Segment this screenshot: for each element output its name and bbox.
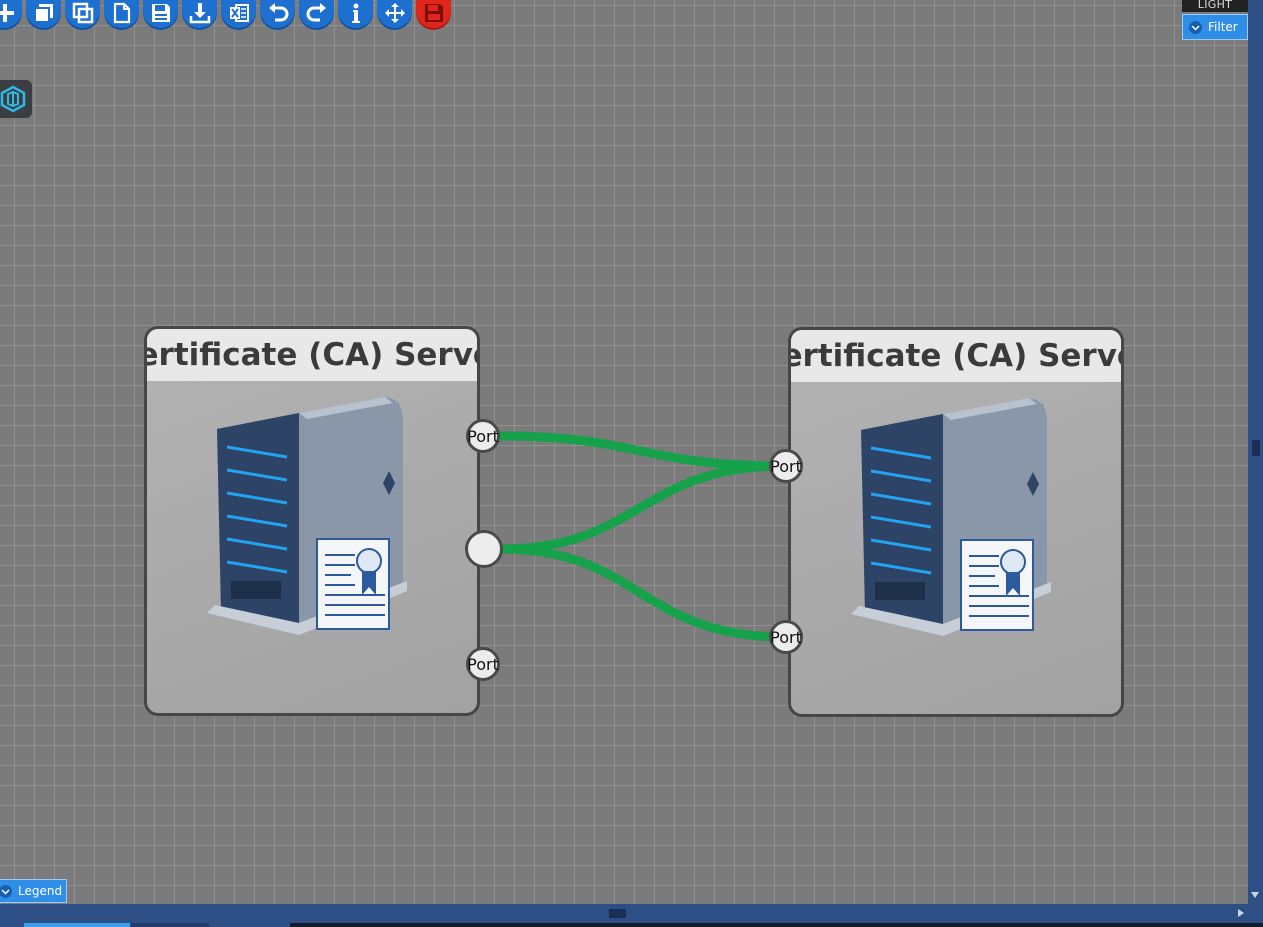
plus-icon [0, 4, 14, 22]
port-right-top[interactable]: Port [769, 449, 803, 483]
bottom-tab-active[interactable] [24, 923, 130, 927]
download-icon [189, 3, 210, 24]
side-panel-toggle[interactable] [0, 80, 32, 118]
scroll-right-arrow-icon[interactable] [1238, 909, 1244, 917]
main-toolbar [0, 0, 451, 30]
legend-label: Legend [18, 884, 63, 898]
delete-save-icon [424, 4, 443, 22]
port-left-middle[interactable] [465, 530, 503, 568]
info-icon [351, 3, 360, 23]
add-button[interactable] [0, 0, 22, 30]
hexagon-map-icon [0, 85, 26, 113]
node-title: Certificate (CA) Server [147, 329, 477, 381]
scroll-down-arrow-icon[interactable] [1251, 892, 1259, 898]
delete-save-button[interactable] [416, 0, 451, 30]
horizontal-scrollbar[interactable] [0, 904, 1263, 927]
excel-icon [229, 4, 249, 22]
ca-server-node[interactable]: Certificate (CA) Server [788, 327, 1124, 717]
chevron-down-icon [1189, 20, 1202, 34]
horizontal-scroll-thumb[interactable] [609, 909, 626, 918]
connection-wire [499, 461, 785, 554]
certificate-server-icon [851, 398, 1051, 636]
redo-button[interactable] [299, 0, 334, 30]
stack-button[interactable] [26, 0, 61, 30]
copy-icon [72, 2, 93, 24]
info-button[interactable] [338, 0, 373, 30]
filter-button[interactable]: Filter [1182, 14, 1248, 40]
connection-wire [499, 544, 785, 642]
copy-button[interactable] [65, 0, 100, 30]
save-button[interactable] [143, 0, 178, 30]
theme-toggle[interactable]: LIGHT [1182, 0, 1248, 12]
legend-button[interactable]: Legend [0, 879, 67, 903]
chevron-down-icon [0, 884, 12, 898]
undo-icon [268, 3, 288, 22]
ca-server-node[interactable]: Certificate (CA) Server [144, 326, 480, 716]
excel-export-button[interactable] [221, 0, 256, 30]
port-left-bottom[interactable]: Port [466, 647, 500, 681]
port-left-top[interactable]: Port [466, 419, 500, 453]
undo-button[interactable] [260, 0, 295, 30]
save-icon [151, 4, 170, 22]
bottom-tab[interactable] [131, 923, 209, 927]
vertical-scrollbar[interactable] [1248, 0, 1263, 904]
filter-label: Filter [1208, 20, 1238, 34]
redo-icon [306, 3, 326, 22]
move-button[interactable] [377, 0, 412, 30]
move-icon [384, 3, 405, 23]
new-document-icon [113, 2, 130, 24]
theme-filter-panel: LIGHT Filter [1182, 0, 1248, 40]
stack-icon [33, 4, 53, 23]
status-strip [290, 923, 1263, 927]
port-right-bottom[interactable]: Port [769, 620, 803, 654]
new-document-button[interactable] [104, 0, 139, 30]
download-button[interactable] [182, 0, 217, 30]
connection-wire [499, 431, 785, 471]
node-title: Certificate (CA) Server [791, 330, 1121, 382]
certificate-server-icon [207, 397, 407, 635]
vertical-scroll-thumb[interactable] [1252, 440, 1260, 456]
